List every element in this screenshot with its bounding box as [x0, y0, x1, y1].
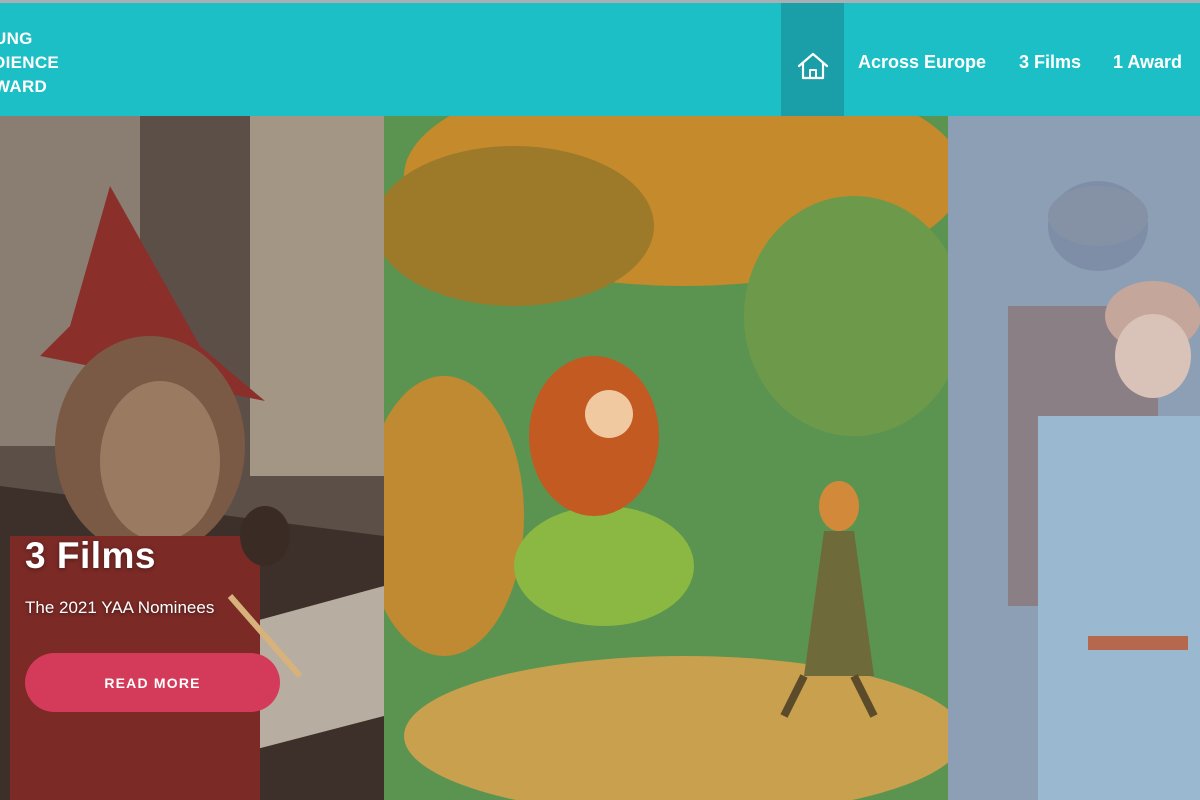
- home-icon: [797, 52, 828, 79]
- winter-kids-illustration: [948, 116, 1200, 800]
- nav-home-button[interactable]: [781, 3, 844, 128]
- hero-subtitle: The 2021 YAA Nominees: [25, 598, 215, 617]
- site-logo[interactable]: UNG DIENCE WARD: [0, 27, 59, 99]
- film-image-wolfwalkers: [384, 116, 948, 800]
- logo-line-1: UNG: [0, 29, 33, 48]
- film-image-winter-children: [948, 116, 1200, 800]
- nav-across-europe[interactable]: Across Europe: [858, 52, 986, 73]
- hero-title: 3 Films: [25, 535, 156, 576]
- animated-forest-illustration: [384, 116, 948, 800]
- logo-line-3: WARD: [0, 77, 48, 96]
- logo-line-2: DIENCE: [0, 53, 60, 72]
- nav-1-award[interactable]: 1 Award: [1113, 52, 1182, 73]
- nav-3-films[interactable]: 3 Films: [1019, 52, 1081, 73]
- read-more-button[interactable]: READ MORE: [25, 653, 280, 712]
